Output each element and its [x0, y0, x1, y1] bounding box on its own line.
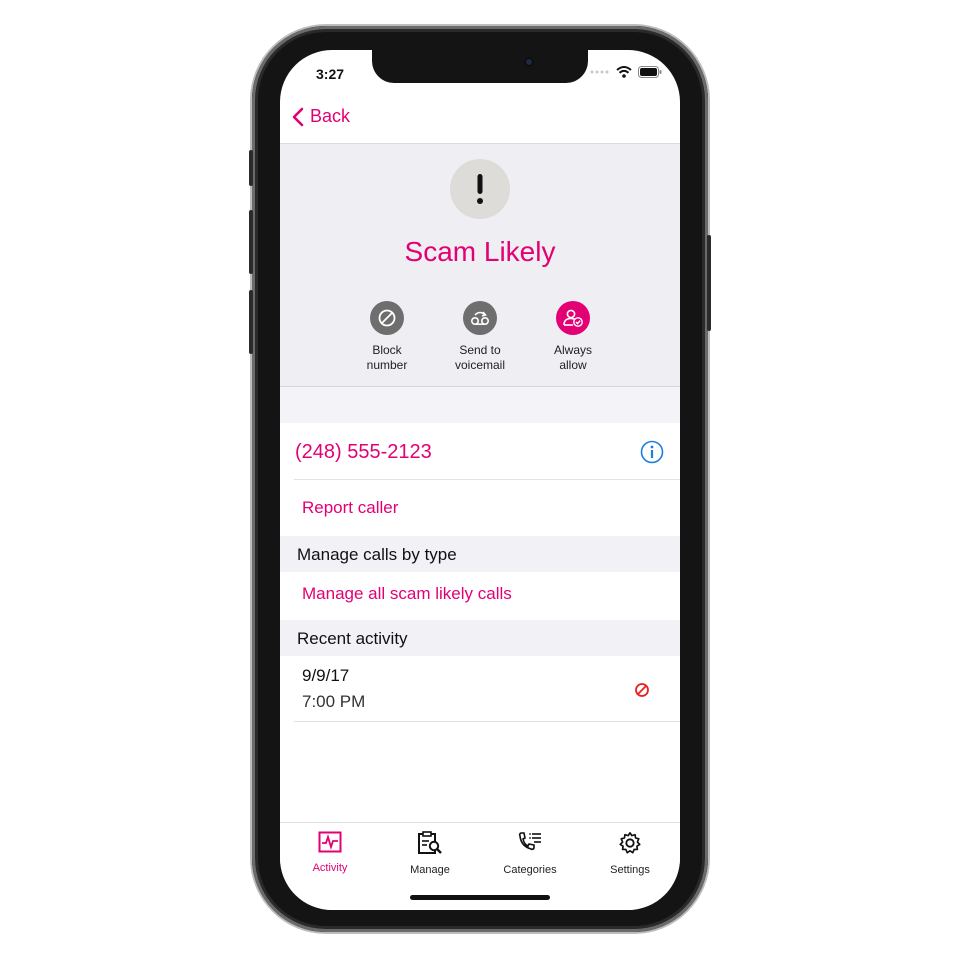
report-caller-link[interactable]: Report caller: [302, 498, 398, 518]
blocked-icon: [635, 683, 649, 697]
send-to-voicemail-button[interactable]: Send to voicemail: [435, 301, 525, 373]
activity-time: 7:00 PM: [302, 692, 366, 711]
camera: [524, 57, 534, 67]
mute-switch: [249, 150, 253, 186]
info-icon[interactable]: [640, 440, 664, 464]
exclamation-icon: [450, 159, 510, 219]
manage-section-title: Manage calls by type: [297, 545, 457, 564]
tab-categories[interactable]: Categories: [480, 831, 580, 876]
phone-screen: 3:27 Back Scam Likely Block number Send …: [280, 50, 680, 910]
list-item[interactable]: 9/9/17 7:00 PM: [280, 656, 680, 722]
signal-icon: [590, 70, 609, 74]
nav-bar: Back: [280, 106, 680, 142]
tab-settings[interactable]: Settings: [580, 831, 680, 876]
send-to-voicemail-label: Send to voicemail: [454, 343, 505, 372]
manage-scam-calls-link[interactable]: Manage all scam likely calls: [302, 584, 512, 604]
activity-icon: [318, 831, 342, 853]
block-number-button[interactable]: Block number: [342, 301, 432, 373]
tab-activity[interactable]: Activity: [280, 831, 380, 874]
status-time: 3:27: [316, 66, 345, 82]
section-spacer: [280, 387, 680, 423]
activity-date: 9/9/17: [302, 666, 350, 685]
report-caller-row[interactable]: Report caller: [280, 480, 680, 536]
tab-manage[interactable]: Manage: [380, 831, 480, 876]
home-indicator[interactable]: [410, 895, 550, 900]
tab-manage-label: Manage: [410, 864, 450, 876]
recent-activity-header: Recent activity: [280, 620, 680, 656]
battery-icon: [638, 66, 662, 78]
tab-settings-label: Settings: [610, 864, 650, 876]
manage-section-header: Manage calls by type: [280, 536, 680, 572]
voicemail-icon: [463, 301, 497, 335]
settings-icon: [619, 832, 641, 854]
block-number-label: Block number: [366, 343, 408, 372]
power-button: [707, 235, 711, 331]
phone-number-row[interactable]: (248) 555-2123: [280, 423, 680, 480]
block-icon: [370, 301, 404, 335]
notch: [372, 50, 588, 83]
tab-categories-label: Categories: [503, 864, 557, 876]
divider: [294, 721, 680, 722]
always-allow-label: Always allow: [553, 343, 592, 372]
phone-number[interactable]: (248) 555-2123: [295, 441, 432, 464]
always-allow-button[interactable]: Always allow: [528, 301, 618, 373]
volume-down-button: [249, 290, 253, 354]
caller-header: Scam Likely Block number Send to voicema…: [280, 143, 680, 388]
back-label: Back: [310, 106, 351, 126]
wifi-icon: [616, 66, 632, 78]
tab-activity-label: Activity: [312, 862, 348, 874]
caller-name: Scam Likely: [404, 236, 556, 267]
categories-icon: [518, 832, 541, 851]
manage-icon: [418, 831, 442, 854]
chevron-left-icon: [292, 107, 304, 126]
recent-activity-title: Recent activity: [297, 629, 408, 648]
manage-scam-calls-row[interactable]: Manage all scam likely calls: [280, 572, 680, 620]
allow-contact-icon: [556, 301, 590, 335]
status-icons: [590, 66, 662, 78]
volume-up-button: [249, 210, 253, 274]
back-button[interactable]: Back: [292, 106, 350, 127]
